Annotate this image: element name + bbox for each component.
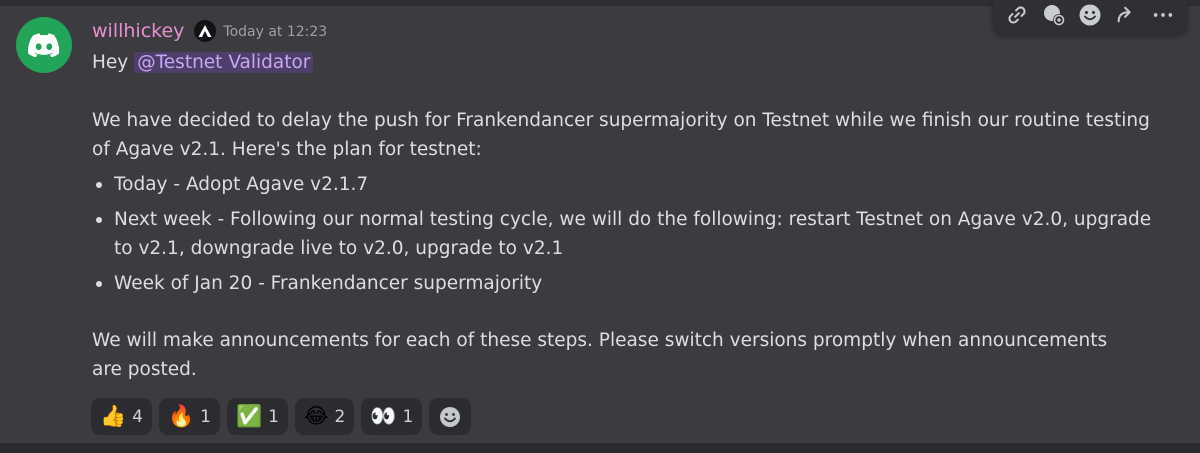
add-reaction-toolbar-button[interactable]: [1074, 0, 1106, 31]
agave-logo-icon: [198, 25, 212, 37]
link-icon: [1008, 6, 1026, 24]
reaction-thumbs-up[interactable]: 👍 4: [91, 398, 152, 435]
more-icon: [1153, 13, 1172, 17]
check-mark-icon: ✅: [235, 404, 263, 428]
reaction-fire[interactable]: 🔥 1: [158, 398, 220, 435]
reaction-count: 2: [334, 406, 346, 427]
list-item: Next week - Following our normal testing…: [92, 205, 1154, 263]
role-badge-icon[interactable]: [194, 20, 217, 42]
avatar[interactable]: [16, 17, 72, 73]
list-item: Week of Jan 20 - Frankendancer supermajo…: [92, 269, 1154, 298]
list-item: Today - Adopt Agave v2.1.7: [92, 170, 1154, 199]
forward-icon: [1118, 6, 1132, 23]
reactions-bar: 👍 4 🔥 1 ✅ 1 😂 2 👀 1: [91, 398, 472, 435]
fire-icon: 🔥: [167, 404, 195, 428]
role-mention[interactable]: @Testnet Validator: [134, 52, 314, 73]
bottom-divider: [0, 443, 1200, 453]
copy-link-button[interactable]: [1001, 0, 1033, 31]
more-options-button[interactable]: [1147, 0, 1179, 31]
discord-logo-icon: [28, 33, 60, 57]
reaction-count: 1: [402, 406, 414, 427]
add-reaction-button[interactable]: [429, 398, 472, 435]
add-reaction-icon: [1079, 4, 1101, 26]
message-header: willhickey Today at 12:23: [92, 17, 327, 45]
paragraph-1-continued: of Agave v2.1. Here's the plan for testn…: [92, 139, 482, 160]
paragraph-2: We will make announcements for each of t…: [92, 330, 1108, 380]
add-reaction-icon: [440, 406, 461, 427]
reaction-count: 4: [132, 406, 143, 427]
message-content: Hey @Testnet Validator We have decided t…: [92, 48, 1152, 384]
reaction-eyes[interactable]: 👀 1: [361, 398, 423, 435]
greeting-text: Hey: [92, 52, 129, 73]
reply-in-thread-button[interactable]: [1038, 0, 1070, 31]
message-actions-toolbar: [993, 0, 1187, 34]
paragraph-1: We have decided to delay the push for Fr…: [92, 110, 1150, 131]
reaction-check-mark[interactable]: ✅ 1: [226, 398, 288, 435]
greeting-line: Hey @Testnet Validator: [92, 48, 1152, 77]
laughing-icon: 😂: [303, 404, 329, 428]
reaction-count: 1: [200, 406, 211, 427]
author-name[interactable]: willhickey: [92, 20, 184, 42]
reaction-count: 1: [268, 406, 279, 427]
thumbs-up-icon: 👍: [100, 404, 127, 428]
reply-thread-icon: [1043, 5, 1065, 26]
eyes-icon: 👀: [370, 404, 397, 428]
reaction-laughing[interactable]: 😂 2: [294, 398, 355, 435]
message-timestamp[interactable]: Today at 12:23: [223, 24, 327, 40]
plan-list: Today - Adopt Agave v2.1.7 Next week - F…: [92, 170, 1152, 298]
forward-button[interactable]: [1110, 0, 1142, 31]
